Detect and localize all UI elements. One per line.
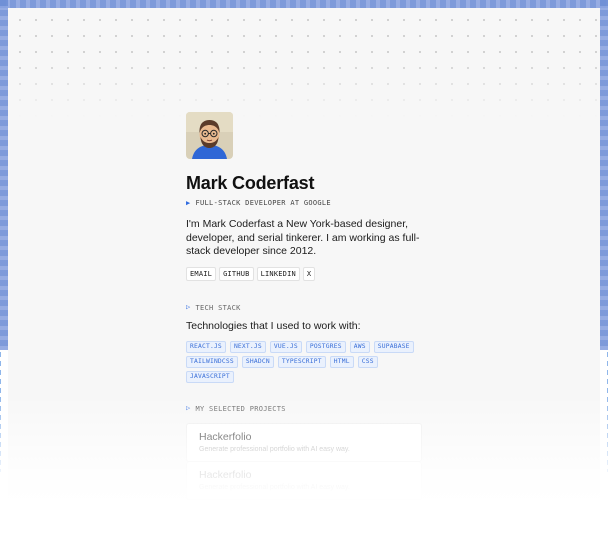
tech-tag: CSS	[357, 355, 378, 368]
tech-tag: NEXT.JS	[229, 340, 266, 353]
tech-tag: VUE.JS	[269, 340, 302, 353]
frame-border-top	[0, 0, 608, 8]
x-link[interactable]: X	[302, 266, 316, 281]
profile-content: Mark Coderfast ▶ FULL-STACK DEVELOPER AT…	[186, 112, 422, 528]
project-list: Hackerfolio Generate professional portfo…	[186, 422, 422, 528]
project-card[interactable]: Hackerfolio Generate professional portfo…	[186, 461, 422, 500]
avatar	[186, 112, 233, 159]
tech-tag: JAVASCRIPT	[186, 370, 234, 383]
tech-tag: SHADCN	[241, 355, 274, 368]
email-link[interactable]: EMAIL	[186, 266, 217, 281]
profile-bio: I'm Mark Coderfast a New York-based desi…	[186, 218, 420, 257]
triangle-right-outline-icon: ▷	[186, 404, 191, 412]
triangle-right-outline-icon: ▷	[186, 303, 191, 311]
tech-stack-heading: ▷ TECH STACK	[186, 304, 422, 312]
tech-tag: AWS	[349, 340, 370, 353]
project-title: Hackerfolio	[199, 430, 252, 443]
projects-label: MY SELECTED PROJECTS	[195, 404, 286, 413]
tech-tag: TYPESCRIPT	[277, 355, 326, 368]
profile-role: ▶ FULL-STACK DEVELOPER AT GOOGLE	[186, 199, 422, 207]
linkedin-link[interactable]: LINKEDIN	[256, 266, 300, 281]
github-link[interactable]: GITHUB	[219, 266, 254, 281]
project-title: Hackerfolio	[199, 468, 252, 481]
tech-tag: POSTGRES	[305, 340, 346, 353]
page-frame: Mark Coderfast ▶ FULL-STACK DEVELOPER AT…	[0, 0, 608, 535]
triangle-right-icon: ▶	[186, 198, 191, 207]
tech-stack-label: TECH STACK	[195, 303, 241, 312]
project-card[interactable]: Hackerfolio	[186, 499, 422, 528]
role-text: FULL-STACK DEVELOPER AT GOOGLE	[195, 199, 331, 207]
tech-intro: Technologies that I used to work with:	[186, 319, 361, 332]
frame-border-left	[0, 0, 8, 350]
project-title: Hackerfolio	[199, 506, 252, 519]
projects-heading: ▷ MY SELECTED PROJECTS	[186, 405, 422, 413]
social-links: EMAIL GITHUB LINKEDIN X	[186, 266, 422, 281]
project-description: Generate professional portfolio with AI …	[199, 483, 350, 491]
tech-tags: REACT.JS NEXT.JS VUE.JS POSTGRES AWS SUP…	[186, 340, 426, 383]
tech-tag: REACT.JS	[186, 340, 226, 353]
tech-tag: HTML	[329, 355, 354, 368]
tech-tag: SUPABASE	[373, 340, 414, 353]
frame-border-right	[600, 0, 608, 350]
project-description: Generate professional portfolio with AI …	[199, 445, 350, 453]
profile-name: Mark Coderfast	[186, 173, 315, 193]
frame-dash-left	[0, 352, 1, 472]
project-card[interactable]: Hackerfolio Generate professional portfo…	[186, 422, 422, 462]
tech-tag: TAILWINDCSS	[186, 355, 238, 368]
dot-grid-background	[8, 8, 600, 118]
